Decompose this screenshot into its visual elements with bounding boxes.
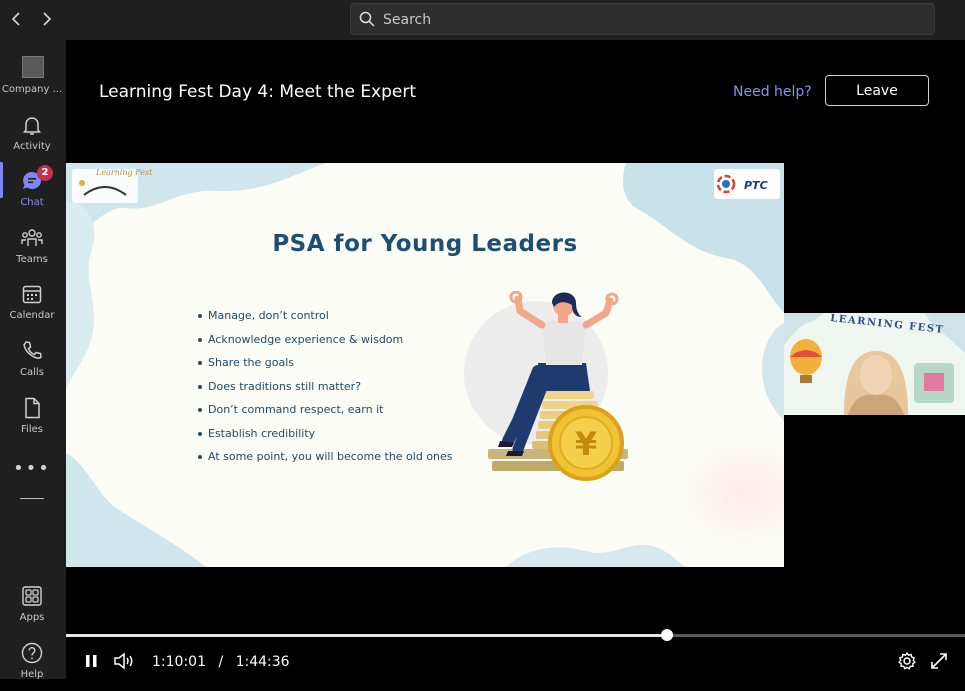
rail-item-activity[interactable]: Activity <box>0 109 64 163</box>
slide-bullet-list: Manage, don’t control Acknowledge experi… <box>198 309 453 474</box>
rail-item-label: Calendar <box>9 310 55 321</box>
bullet-item: Does traditions still matter? <box>198 380 453 404</box>
back-arrow-icon[interactable] <box>6 8 28 30</box>
need-help-link[interactable]: Need help? <box>733 84 812 100</box>
slide-title: PSA for Young Leaders <box>272 231 578 257</box>
rail-item-teams[interactable]: Teams <box>0 222 64 276</box>
rail-item-label: Apps <box>19 612 45 623</box>
playback-scrubber-handle[interactable] <box>661 629 674 641</box>
ptc-logo-text: PTC <box>744 179 768 192</box>
app-rail: Company ... Activity 2 Chat Teams Calend… <box>0 40 66 680</box>
rail-divider <box>20 498 44 499</box>
search-input[interactable] <box>381 8 925 32</box>
calendar-icon <box>22 285 42 304</box>
volume-button[interactable] <box>113 651 135 675</box>
bullet-item: Share the goals <box>198 356 453 380</box>
volume-icon <box>114 652 133 670</box>
rail-item-label: Company ... <box>1 84 63 95</box>
rail-item-label: Calls <box>20 367 44 378</box>
file-icon <box>25 397 40 419</box>
bell-icon <box>23 117 41 135</box>
total-duration: 1:44:36 <box>235 654 290 670</box>
rail-item-apps[interactable]: Apps <box>0 580 64 634</box>
settings-button[interactable] <box>897 651 917 675</box>
rail-item-help[interactable]: Help <box>0 637 64 691</box>
gear-icon <box>898 652 916 670</box>
rail-item-label: Help <box>20 669 44 680</box>
rail-item-label: Teams <box>16 254 48 265</box>
phone-icon <box>23 341 42 359</box>
bullet-item: Establish credibility <box>198 427 453 451</box>
search-box[interactable] <box>350 3 935 35</box>
bullet-item: Don’t command respect, earn it <box>198 403 453 427</box>
more-apps-icon[interactable]: ••• <box>0 458 64 479</box>
participant-video-tile[interactable]: LEARNING FEST <box>784 313 965 415</box>
expand-icon <box>931 653 947 669</box>
bullet-item: Acknowledge experience & wisdom <box>198 333 453 357</box>
rail-item-label: Chat <box>20 197 44 208</box>
rail-item-chat[interactable]: 2 Chat <box>0 165 64 219</box>
woman-on-coins-illustration: ¥ <box>488 291 628 481</box>
playback-time: 1:10:01 / 1:44:36 <box>152 654 290 670</box>
rail-item-calls[interactable]: Calls <box>0 335 64 389</box>
pause-icon <box>86 655 97 667</box>
leave-button[interactable]: Leave <box>825 75 929 106</box>
forward-arrow-icon[interactable] <box>35 8 57 30</box>
bullet-item: Manage, don’t control <box>198 309 453 333</box>
search-icon <box>359 11 375 27</box>
rail-item-label: Files <box>21 424 43 435</box>
meeting-title: Learning Fest Day 4: Meet the Expert <box>99 82 417 102</box>
teams-icon <box>21 229 43 246</box>
rail-item-label: Activity <box>13 141 51 152</box>
company-logo <box>22 56 44 78</box>
rail-item-files[interactable]: Files <box>0 392 64 446</box>
rail-item-calendar[interactable]: Calendar <box>0 278 64 332</box>
bullet-item: At some point, you will become the old o… <box>198 450 453 474</box>
help-icon <box>21 642 43 664</box>
time-separator: / <box>218 654 224 670</box>
svg-text:¥: ¥ <box>575 425 597 463</box>
current-time: 1:10:01 <box>152 654 206 670</box>
shared-slide: Learning Fest PTC PSA for Young Leaders … <box>66 163 784 567</box>
playback-progress-fill <box>66 634 668 637</box>
unread-badge: 2 <box>37 165 53 181</box>
pause-button[interactable] <box>83 651 101 675</box>
fullscreen-button[interactable] <box>929 651 949 675</box>
rail-item-company[interactable]: Company ... <box>0 52 64 106</box>
learning-fest-logo-text: Learning Fest <box>96 168 153 177</box>
playback-progress-bar[interactable] <box>66 629 965 641</box>
title-bar <box>0 0 965 40</box>
apps-grid-icon <box>22 586 42 606</box>
